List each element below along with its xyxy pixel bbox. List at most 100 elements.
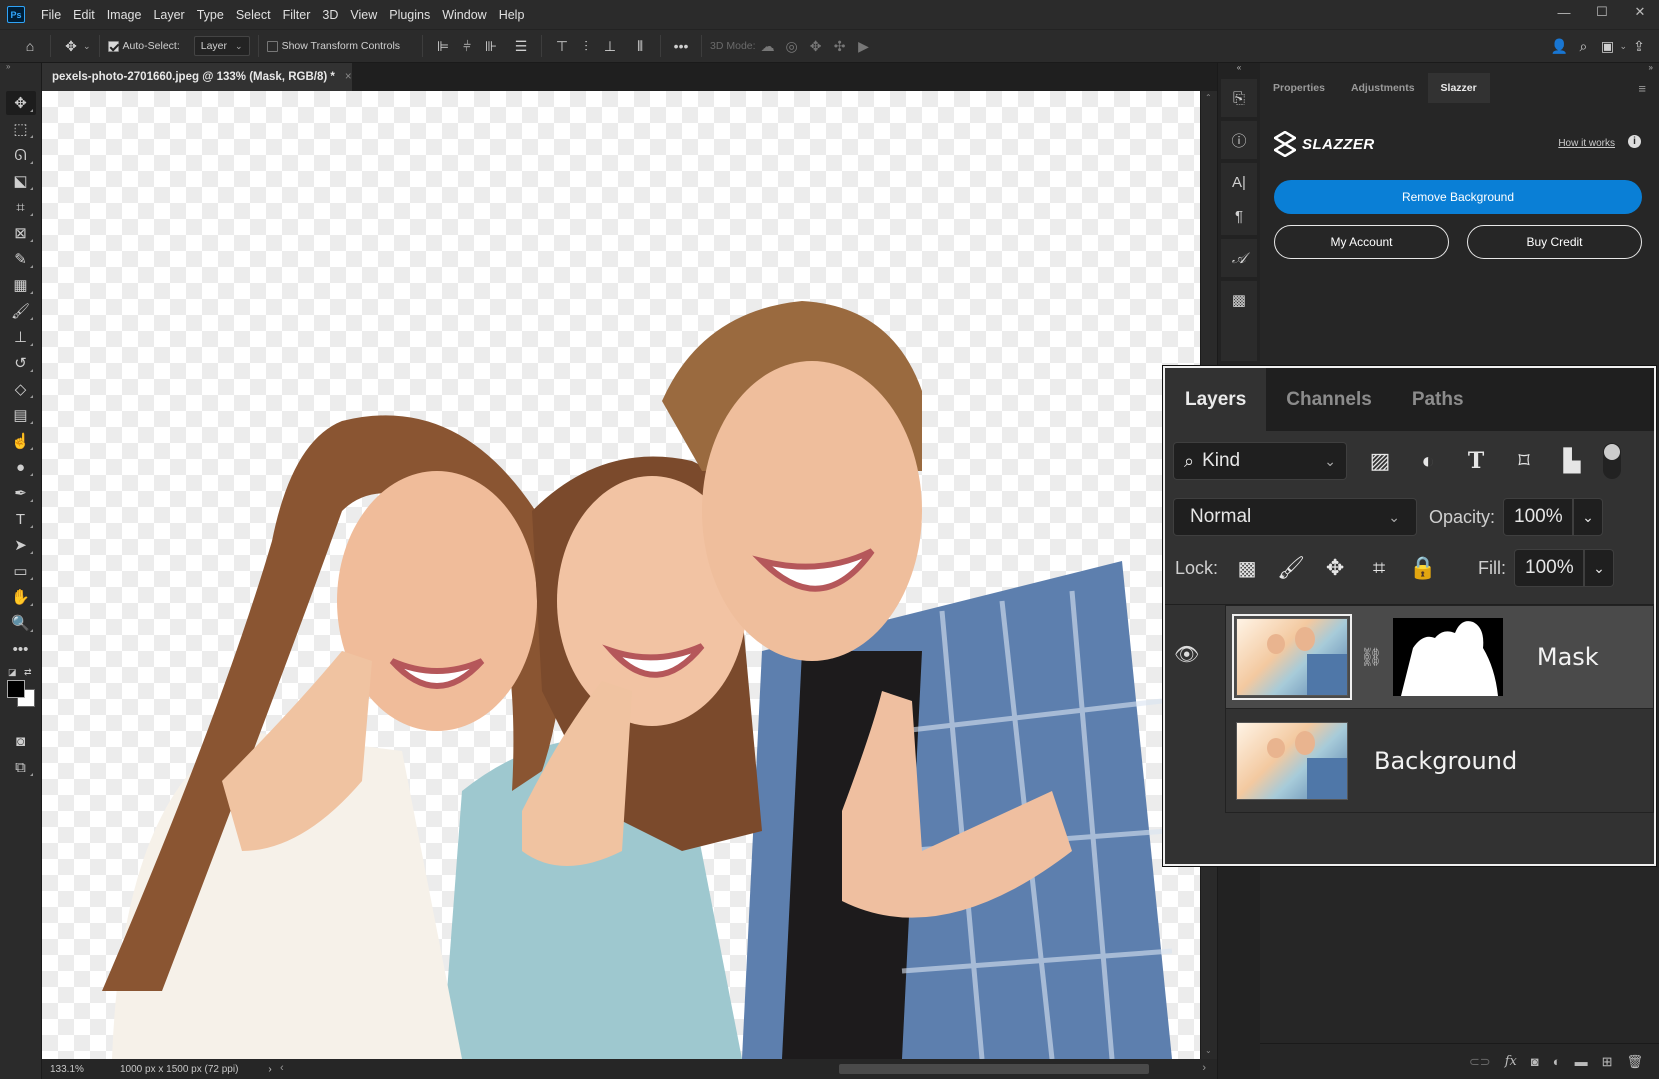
blur-tool-icon[interactable]: ☝ [6,429,36,453]
menu-type[interactable]: Type [191,8,230,22]
rectangular-marquee-tool-icon[interactable]: ⬚ [6,117,36,141]
tab-slazzer[interactable]: Slazzer [1427,73,1490,103]
minimize-button[interactable]: — [1545,0,1583,24]
lock-image-pixels-icon[interactable]: 🖌 [1276,553,1306,583]
tab-properties[interactable]: Properties [1260,73,1338,103]
zoom-level[interactable]: 133.1% [50,1064,110,1075]
adjustment-layer-icon[interactable]: ◐ [1553,1054,1561,1069]
layer-mask-thumbnail[interactable] [1392,618,1503,696]
home-icon[interactable]: ⌂ [18,34,42,58]
layer-thumbnail[interactable] [1232,614,1352,700]
default-colors-icon[interactable]: ◪ [8,667,17,678]
layer-row-background[interactable]: Background [1225,709,1654,813]
auto-select-target-dropdown[interactable]: Layer ⌄ [193,36,250,56]
scroll-right-icon[interactable]: › [1202,1062,1206,1074]
pan-3d-icon[interactable]: ✥ [804,34,828,58]
opacity-dropdown-button[interactable]: ⌄ [1573,498,1604,536]
filter-type-layers-icon[interactable]: T [1461,446,1491,476]
visibility-eye-icon[interactable]: 👁 [1174,642,1199,667]
filter-adjustment-layers-icon[interactable]: ◐ [1413,446,1443,476]
gradient-tool-icon[interactable]: ▤ [6,403,36,427]
screen-mode-icon[interactable]: ⧉ [6,755,36,779]
lock-all-icon[interactable]: 🔒 [1408,553,1438,583]
menu-image[interactable]: Image [101,8,148,22]
menu-layer[interactable]: Layer [147,8,190,22]
eyedropper-tool-icon[interactable]: ✎ [6,247,36,271]
rectangle-tool-icon[interactable]: ▭ [6,559,36,583]
frame-tool-icon[interactable]: ⊠ [6,221,36,245]
tab-adjustments[interactable]: Adjustments [1338,73,1428,103]
move-tool-preset-icon[interactable]: ✥ [59,34,83,58]
document-tab[interactable]: pexels-photo-2701660.jpeg @ 133% (Mask, … [42,63,352,91]
dodge-tool-icon[interactable]: ● [6,455,36,479]
layer-name[interactable]: Background [1374,747,1517,775]
chevron-down-icon[interactable]: ⌄ [83,41,91,52]
fill-input[interactable]: 100% [1514,549,1585,587]
clone-stamp-tool-icon[interactable]: ⊥ [6,325,36,349]
link-layers-icon[interactable]: ⊂⊃ [1469,1054,1491,1070]
object-selection-tool-icon[interactable]: ⬕ [6,169,36,193]
foreground-color-swatch[interactable] [7,680,25,698]
my-account-button[interactable]: My Account [1274,225,1449,259]
quick-mask-icon[interactable]: ◙ [6,729,36,753]
auto-select-checkbox[interactable] [107,40,119,52]
search-icon[interactable]: ⌕ [1571,34,1595,58]
add-mask-icon[interactable]: ◙ [1531,1054,1539,1069]
share-icon[interactable]: ⇪ [1627,34,1651,58]
menu-select[interactable]: Select [230,8,277,22]
scroll-up-icon[interactable]: ⌃ [1205,93,1212,102]
pen-tool-icon[interactable]: ✒ [6,481,36,505]
buy-credit-button[interactable]: Buy Credit [1467,225,1642,259]
more-options-button[interactable]: ••• [669,34,693,58]
tab-channels[interactable]: Channels [1266,368,1392,431]
menu-window[interactable]: Window [436,8,492,22]
document-canvas[interactable] [42,91,1200,1059]
scale-3d-icon[interactable]: ▶ [852,34,876,58]
move-tool-icon[interactable]: ✥ [5,91,36,115]
type-tool-icon[interactable]: T [6,507,36,531]
menu-edit[interactable]: Edit [67,8,101,22]
menu-filter[interactable]: Filter [277,8,317,22]
path-selection-tool-icon[interactable]: ➤ [6,533,36,557]
mask-link-icon[interactable]: ⛓ [1360,647,1383,668]
horizontal-scroll-thumb[interactable] [839,1064,1149,1074]
close-tab-icon[interactable]: × [345,71,352,83]
align-left-edges-icon[interactable]: ⊫ [431,34,455,58]
panel-menu-icon[interactable]: ≡ [1625,73,1659,103]
new-layer-icon[interactable]: ⊞ [1602,1054,1613,1070]
layer-row-mask[interactable]: 👁 ⛓ Mask [1174,605,1654,709]
close-button[interactable]: ✕ [1621,0,1659,24]
chevron-down-icon[interactable]: ⌄ [1619,41,1627,52]
filter-kind-dropdown[interactable]: ⌕ Kind ⌄ [1173,442,1347,480]
brush-tool-icon[interactable]: 🖌 [6,299,36,323]
new-group-icon[interactable]: ▬ [1575,1054,1588,1069]
roll-3d-icon[interactable]: ◎ [780,34,804,58]
blend-mode-dropdown[interactable]: Normal ⌄ [1173,498,1417,536]
history-brush-tool-icon[interactable]: ↺ [6,351,36,375]
align-top-edges-icon[interactable]: ⊤ [550,34,574,58]
scroll-down-icon[interactable]: ⌄ [1205,1046,1212,1055]
crop-tool-icon[interactable]: ⌗ [6,195,36,219]
paragraph-icon[interactable]: ¶ [1228,205,1250,227]
maximize-button[interactable]: ☐ [1583,0,1621,24]
remove-background-button[interactable]: Remove Background [1274,180,1642,214]
status-menu-arrow[interactable]: › [268,1064,271,1075]
horizontal-scrollbar[interactable]: ‹ › [274,1059,1214,1079]
layer-name[interactable]: Mask [1537,643,1599,671]
lock-artboard-icon[interactable]: ⌗ [1364,553,1394,583]
info-icon[interactable]: ⓘ [1228,129,1250,151]
filter-pixel-layers-icon[interactable]: ▨ [1365,446,1395,476]
orbit-3d-icon[interactable]: ☁ [756,34,780,58]
tab-layers[interactable]: Layers [1165,368,1267,431]
filter-smart-objects-icon[interactable]: ▙ [1557,446,1587,476]
slide-3d-icon[interactable]: ✣ [828,34,852,58]
swap-colors-icon[interactable]: ⇄ [24,667,32,678]
menu-view[interactable]: View [344,8,383,22]
collapse-panels-icon[interactable]: « [1218,63,1260,75]
how-it-works-link[interactable]: How it works [1558,138,1615,149]
menu-file[interactable]: File [35,8,67,22]
glyphs-icon[interactable]: 𝒜 [1228,247,1250,269]
share-user-icon[interactable]: 👤 [1547,34,1571,58]
zoom-tool-icon[interactable]: 🔍 [6,611,36,635]
expand-toolbar-icon[interactable]: » [0,63,41,71]
